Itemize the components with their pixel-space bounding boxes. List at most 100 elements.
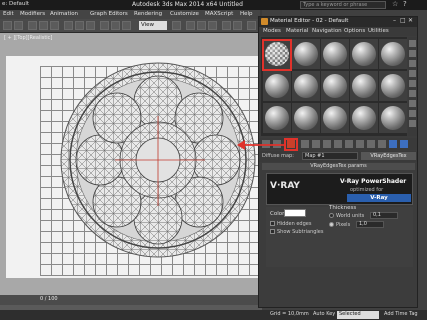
angle-snap-icon[interactable] — [197, 21, 206, 30]
material-preview-sphere — [381, 74, 405, 98]
sample-slot[interactable] — [350, 71, 378, 101]
put-to-library-icon[interactable] — [323, 140, 331, 148]
favorites-icon[interactable]: ☆ — [392, 0, 398, 8]
region-select-icon[interactable] — [86, 21, 95, 30]
make-unique-icon[interactable] — [312, 140, 320, 148]
reset-map-icon[interactable] — [301, 140, 309, 148]
move-icon[interactable] — [100, 21, 109, 30]
sample-slot[interactable] — [379, 39, 407, 69]
help-search-input[interactable]: Type a keyword or phrase — [300, 1, 386, 9]
hidden-edges-checkbox[interactable] — [270, 221, 275, 226]
sample-slot[interactable] — [292, 103, 320, 133]
pixels-spinner[interactable]: 1,0 — [356, 221, 384, 228]
map-type-button[interactable]: VRayEdgesTex — [361, 152, 416, 160]
material-preview-sphere — [352, 74, 376, 98]
material-id-icon[interactable] — [334, 140, 342, 148]
menu-help[interactable]: Help — [240, 11, 253, 17]
menu-customize[interactable]: Customize — [170, 11, 199, 17]
grid-size-readout: Grid = 10,0mm — [270, 311, 309, 317]
snap-icon[interactable] — [186, 21, 195, 30]
backlight-icon[interactable] — [409, 50, 416, 57]
menu-modifiers[interactable]: Modifiers — [20, 11, 45, 17]
world-units-radio[interactable] — [329, 213, 334, 218]
close-icon[interactable]: ✕ — [408, 17, 413, 24]
pixels-radio[interactable] — [329, 222, 334, 227]
world-units-label: World units — [336, 213, 365, 219]
select-by-material-icon[interactable] — [409, 110, 416, 117]
align-icon[interactable] — [233, 21, 242, 30]
percent-snap-icon[interactable] — [208, 21, 217, 30]
sample-slot[interactable] — [379, 103, 407, 133]
redo-icon[interactable] — [14, 21, 23, 30]
material-preview-sphere — [323, 42, 347, 66]
workspace-selector[interactable]: e: Default — [2, 1, 29, 7]
menu-utilities[interactable]: Utilities — [368, 28, 389, 34]
sample-slot[interactable] — [350, 39, 378, 69]
help-icon[interactable]: ? — [403, 0, 407, 8]
go-to-parent-icon[interactable] — [367, 140, 375, 148]
unlink-icon[interactable] — [39, 21, 48, 30]
view-2-icon[interactable] — [400, 140, 408, 148]
show-end-result-icon[interactable] — [356, 140, 364, 148]
uv-tiling-icon[interactable] — [409, 70, 416, 77]
background-icon[interactable] — [409, 60, 416, 67]
maximize-icon[interactable]: □ — [400, 17, 406, 24]
select-by-name-icon[interactable] — [75, 21, 84, 30]
minimize-icon[interactable]: – — [393, 17, 396, 24]
map-name-field[interactable]: Map #1 — [302, 152, 358, 160]
viewport-label[interactable]: [ + ][Top][Realistic] — [4, 35, 52, 41]
reference-coordinate-dropdown[interactable]: View — [139, 21, 167, 30]
sample-slot[interactable] — [292, 71, 320, 101]
pivot-icon[interactable] — [172, 21, 181, 30]
make-preview-icon[interactable] — [409, 90, 416, 97]
menu-navigation[interactable]: Navigation — [312, 28, 342, 34]
layer-icon[interactable] — [247, 21, 256, 30]
scale-icon[interactable] — [122, 21, 131, 30]
rosette-model[interactable] — [55, 56, 265, 268]
undo-icon[interactable] — [3, 21, 12, 30]
menu-material[interactable]: Material — [286, 28, 308, 34]
menu-modes[interactable]: Modes — [263, 28, 281, 34]
vray-banner-title: V-Ray PowerShader — [340, 178, 407, 185]
link-icon[interactable] — [28, 21, 37, 30]
sample-slot[interactable] — [321, 103, 349, 133]
material-editor-icon — [261, 18, 268, 25]
menu-options[interactable]: Options — [344, 28, 365, 34]
sample-slot[interactable] — [379, 71, 407, 101]
sample-slot[interactable] — [321, 39, 349, 69]
color-swatch[interactable] — [284, 209, 306, 217]
sample-slot[interactable] — [292, 39, 320, 69]
params-rollout-header[interactable]: VRayEdgesTex params — [262, 163, 415, 170]
show-map-icon[interactable] — [345, 140, 353, 148]
show-subtriangles-checkbox[interactable] — [270, 229, 275, 234]
auto-key-button[interactable]: Auto Key — [313, 311, 335, 317]
add-time-tag[interactable]: Add Time Tag — [384, 311, 418, 317]
material-navigator-icon[interactable] — [409, 120, 416, 127]
menu-graph-editors[interactable]: Graph Editors — [90, 11, 128, 17]
sample-slot[interactable] — [350, 103, 378, 133]
world-units-spinner[interactable]: 0,1 — [370, 212, 398, 219]
rotate-icon[interactable] — [111, 21, 120, 30]
menu-edit[interactable]: Edit — [3, 11, 14, 17]
key-filter-dropdown[interactable]: Selected — [337, 311, 379, 319]
view-icon[interactable] — [389, 140, 397, 148]
bind-icon[interactable] — [50, 21, 59, 30]
material-preview-sphere — [352, 106, 376, 130]
options-icon[interactable] — [409, 100, 416, 107]
sample-type-icon[interactable] — [409, 40, 416, 47]
sample-slot[interactable] — [263, 71, 291, 101]
mirror-icon[interactable] — [222, 21, 231, 30]
menu-rendering[interactable]: Rendering — [134, 11, 162, 17]
color-label: Color — [270, 211, 285, 217]
sample-slot[interactable] — [263, 103, 291, 133]
material-preview-sphere — [323, 74, 347, 98]
select-icon[interactable] — [64, 21, 73, 30]
sample-slot[interactable] — [321, 71, 349, 101]
video-color-check-icon[interactable] — [409, 80, 416, 87]
menu-maxscript[interactable]: MAXScript — [205, 11, 233, 17]
material-editor-title: Material Editor - 02 - Default — [270, 18, 349, 24]
pixels-label: Pixels — [336, 222, 351, 228]
map-label: Diffuse map: — [262, 153, 294, 159]
go-forward-icon[interactable] — [378, 140, 386, 148]
menu-animation[interactable]: Animation — [50, 11, 78, 17]
